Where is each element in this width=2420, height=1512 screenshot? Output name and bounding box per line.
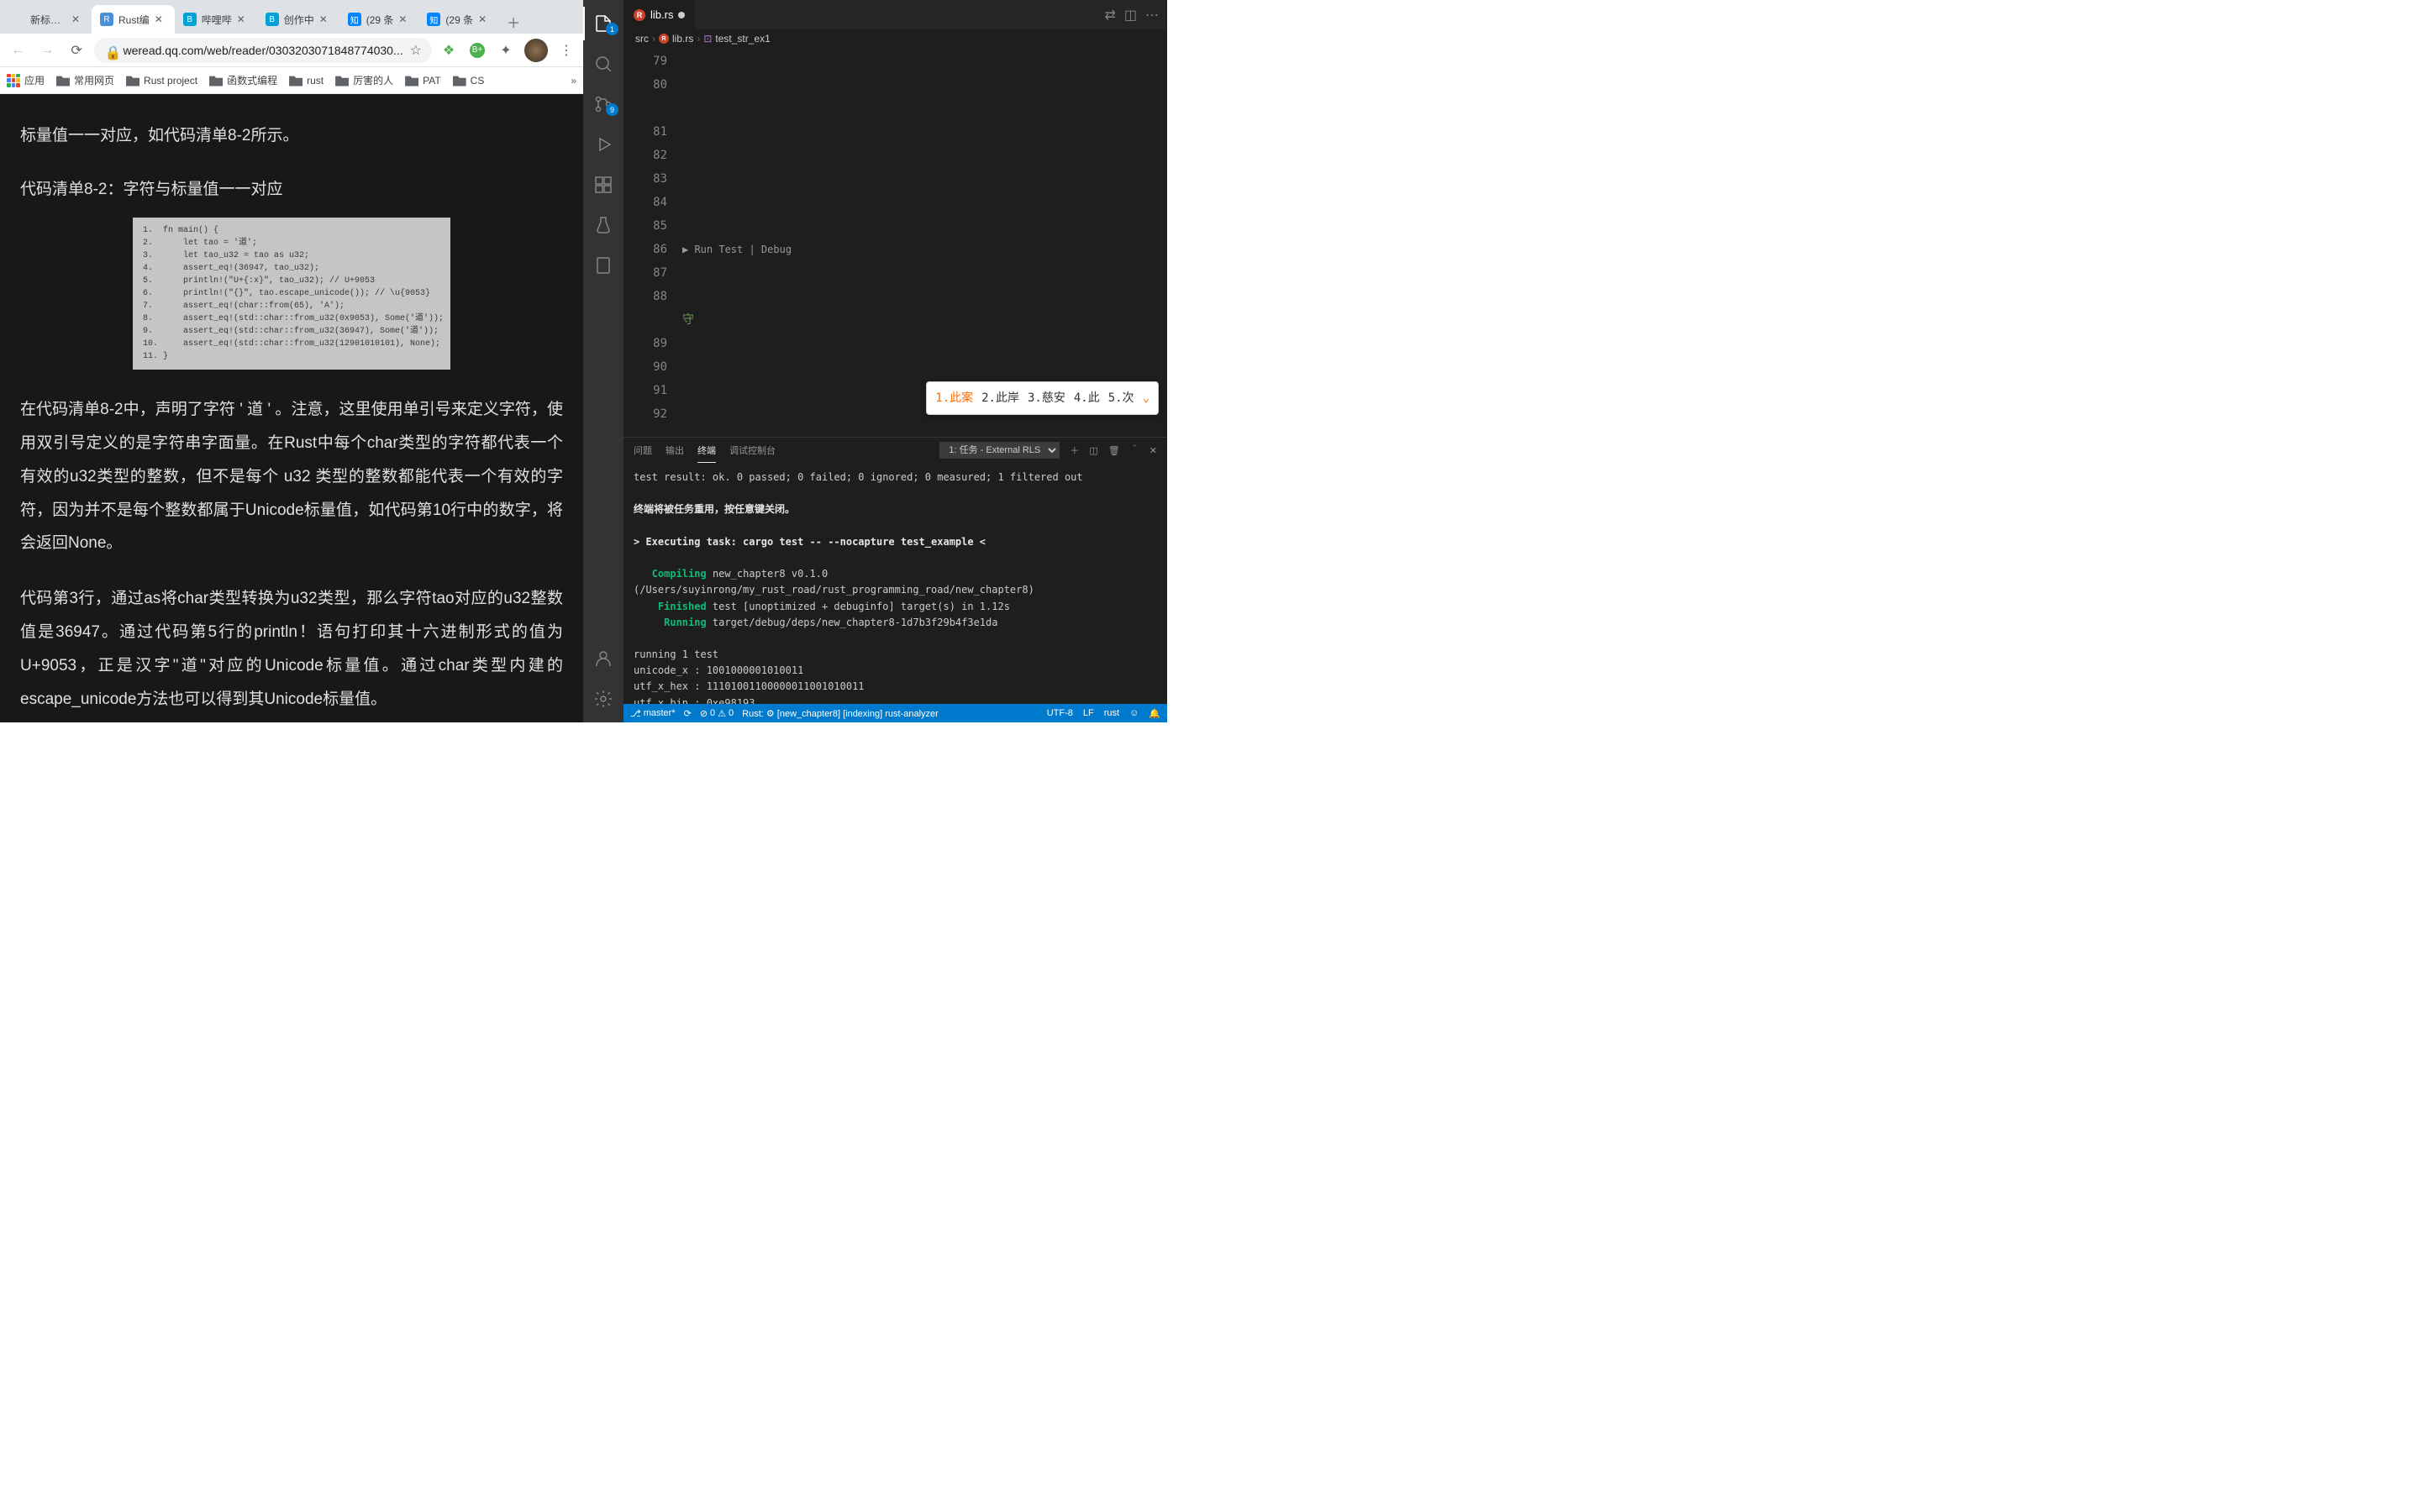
back-button[interactable]: ← [7,39,29,62]
browser-tab-strip: 新标签页✕ RRust编✕ B哔哩哔✕ B创作中✕ 知(29 条✕ 知(29 条… [0,0,583,34]
tab-problems[interactable]: 问题 [634,438,652,462]
bookmark-folder[interactable]: 常用网页 [56,73,114,87]
account-icon[interactable] [583,642,623,675]
tab-output[interactable]: 输出 [666,438,684,462]
status-bar: ⎇ master* ⟳ ⊘ 0 ⚠ 0 Rust: ⚙ [new_chapter… [623,704,1167,722]
extensions-icon[interactable] [583,168,623,202]
code-listing: 1. fn main() { 2. let tao = '道'; 3. let … [133,218,450,370]
bookmark-folder[interactable]: PAT [405,75,441,87]
close-icon[interactable]: ✕ [155,13,166,25]
folder-icon [405,75,418,87]
close-icon[interactable]: ✕ [398,13,410,25]
more-icon[interactable]: ⋯ [1145,7,1159,24]
status-bell-icon[interactable]: 🔔 [1149,708,1160,719]
settings-icon[interactable] [583,682,623,716]
status-feedback-icon[interactable]: ☺ [1129,708,1139,719]
maximize-button[interactable]: ＾ [1130,444,1139,457]
status-language[interactable]: rust [1104,708,1119,719]
status-sync[interactable]: ⟳ [684,708,692,719]
folder-icon [289,75,302,87]
rust-icon: R [659,34,669,44]
line-number-gutter: 7980818283848586878889909192 [623,48,682,437]
new-terminal-button[interactable]: ＋ [1070,444,1079,457]
editor-body[interactable]: 7980818283848586878889909192 ▶ Run Test … [623,48,1167,437]
close-icon[interactable]: ✕ [237,13,249,25]
editor-tabs: R lib.rs ⇄ ◫ ⋯ [623,0,1167,29]
tab-zhihu1[interactable]: 知(29 条✕ [339,5,419,34]
breadcrumb[interactable]: src› R lib.rs› ⊡ test_str_ex1 [623,29,1167,48]
status-eol[interactable]: LF [1083,708,1094,719]
tab-newtab[interactable]: 新标签页✕ [3,5,92,34]
close-icon[interactable]: ✕ [319,13,331,25]
address-bar: ← → ⟳ 🔒 weread.qq.com/web/reader/0303203… [0,34,583,67]
close-icon[interactable]: ✕ [478,13,490,25]
bookmark-folder[interactable]: Rust project [126,75,197,87]
explorer-icon[interactable]: 1 [583,7,623,40]
rust-icon: R [634,9,645,21]
terminal-panel: 问题 输出 终端 调试控制台 1: 任务 - External RLS ＋ ◫ … [623,437,1167,704]
bookmarks-overflow[interactable]: » [571,75,576,87]
folder-icon [335,75,349,87]
status-encoding[interactable]: UTF-8 [1047,708,1073,719]
editor-tab-librs[interactable]: R lib.rs [623,0,696,29]
kill-terminal-button[interactable]: 🗑 [1108,445,1120,456]
debug-icon[interactable] [583,128,623,161]
tab-creation[interactable]: B创作中✕ [257,5,339,34]
extension-icon[interactable]: ❖ [439,40,459,60]
extension-icon[interactable]: B+ [467,40,487,60]
test-icon[interactable] [583,208,623,242]
bookmark-folder[interactable]: CS [453,75,485,87]
tab-bilibili[interactable]: B哔哩哔✕ [175,5,257,34]
dirty-indicator [678,12,685,18]
status-branch[interactable]: ⎇ master* [630,708,676,719]
compare-icon[interactable]: ⇄ [1104,7,1115,24]
bookmarks-bar: 应用 常用网页 Rust project 函数式编程 rust 厉害的人 PAT… [0,67,583,94]
page-content[interactable]: 标量值一一对应，如代码清单8-2所示。 代码清单8-2：字符与标量值一一对应 1… [0,94,583,722]
bookmark-folder[interactable]: 厉害的人 [335,73,393,87]
url-text: weread.qq.com/web/reader/030320307184877… [123,44,402,57]
profile-button[interactable] [524,39,548,62]
folder-icon [209,75,223,87]
split-terminal-button[interactable]: ◫ [1089,445,1097,456]
url-input[interactable]: 🔒 weread.qq.com/web/reader/0303203071848… [94,38,432,63]
status-errors[interactable]: ⊘ 0 ⚠ 0 [700,708,734,719]
lock-icon: 🔒 [104,45,116,56]
tab-terminal[interactable]: 终端 [697,438,716,463]
menu-button[interactable]: ⋮ [556,40,576,60]
split-icon[interactable]: ◫ [1124,7,1137,24]
search-icon[interactable] [583,47,623,81]
reader-intro: 标量值一一对应，如代码清单8-2所示。 [20,119,563,153]
forward-button[interactable]: → [36,39,59,62]
folder-icon [56,75,70,87]
extensions-icon[interactable]: ✦ [496,40,516,60]
activity-bar: 1 9 [583,0,623,722]
terminal-selector[interactable]: 1: 任务 - External RLS [939,442,1060,459]
tab-zhihu2[interactable]: 知(29 条✕ [418,5,498,34]
status-rust-analyzer[interactable]: Rust: ⚙ [new_chapter8] [indexing] rust-a… [742,708,939,719]
close-icon[interactable]: ✕ [71,13,83,25]
folder-icon [453,75,466,87]
terminal-output[interactable]: test result: ok. 0 passed; 0 failed; 0 i… [623,463,1167,704]
reload-button[interactable]: ⟳ [66,39,88,62]
reader-paragraph: 代码第3行，通过as将char类型转换为u32类型，那么字符tao对应的u32整… [20,582,563,717]
apps-button[interactable]: 应用 [7,73,45,87]
source-control-icon[interactable]: 9 [583,87,623,121]
star-icon[interactable]: ☆ [410,42,422,59]
new-tab-button[interactable]: ＋ [502,10,525,34]
minimap[interactable] [1120,48,1167,437]
close-panel-button[interactable]: ✕ [1150,445,1157,456]
tab-debug-console[interactable]: 调试控制台 [729,438,776,462]
codelens-run-debug[interactable]: ▶ Run Test | Debug [682,238,1120,261]
ime-candidate-popup[interactable]: 1.此案 2.此岸 3.慈安 4.此 5.次 ⌄ [926,381,1120,415]
folder-icon [126,75,139,87]
code-area[interactable]: ▶ Run Test | Debug 守 har类型表示单个字符。char类型使… [682,48,1120,437]
tab-rust[interactable]: RRust编✕ [92,5,175,34]
reader-paragraph: 在代码清单8-2中，声明了字符 ' 道 ' 。注意，这里使用单引号来定义字符，使… [20,393,563,560]
bookmarks-icon[interactable] [583,249,623,282]
reader-heading: 代码清单8-2：字符与标量值一一对应 [20,176,563,199]
bookmark-folder[interactable]: 函数式编程 [209,73,277,87]
bookmark-folder[interactable]: rust [289,75,324,87]
